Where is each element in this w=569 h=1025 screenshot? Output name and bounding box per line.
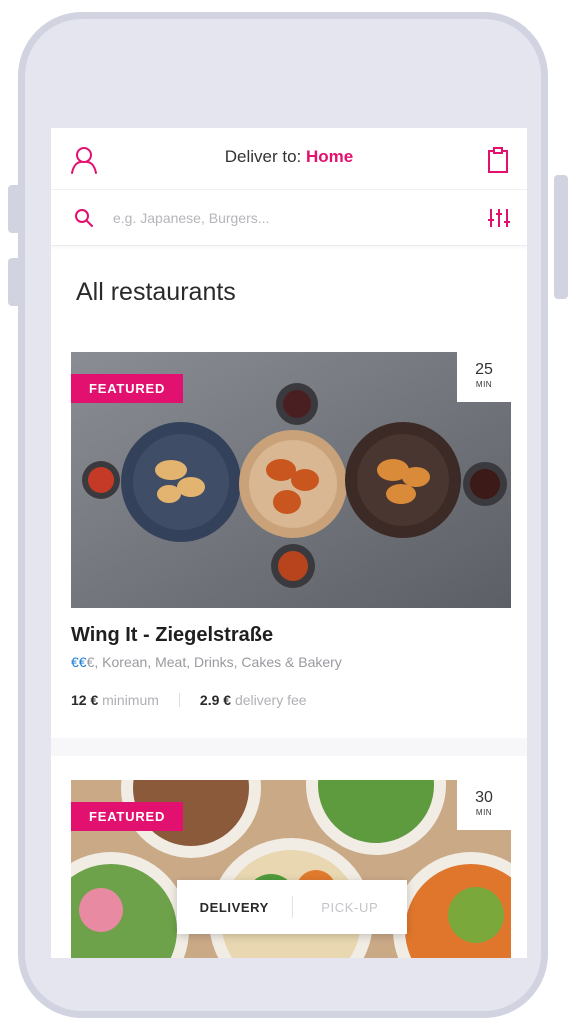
restaurant-tags: €€€, Korean, Meat, Drinks, Cakes & Baker…	[71, 654, 511, 670]
search-bar	[51, 190, 527, 246]
delivery-tab[interactable]: DELIVERY	[177, 900, 292, 915]
power-button	[554, 175, 568, 299]
restaurant-meta: 12 € minimum 2.9 € delivery fee	[71, 692, 511, 708]
delivery-mode-toggle: DELIVERY PICK-UP	[177, 880, 407, 934]
minimum-order: 12 € minimum	[71, 692, 159, 708]
price-level-active: €€	[71, 654, 87, 670]
meta-divider	[178, 693, 180, 707]
deliver-to-label: Deliver to:	[224, 147, 306, 166]
minimum-label: minimum	[98, 692, 159, 708]
basket-icon[interactable]	[485, 145, 511, 175]
delivery-time-unit: MIN	[475, 808, 493, 817]
card-separator	[51, 738, 527, 756]
section-title: All restaurants	[76, 278, 236, 306]
fee-value: 2.9 €	[199, 692, 232, 708]
delivery-location[interactable]: Home	[306, 147, 353, 166]
app-header: Deliver to: Home	[51, 128, 527, 190]
delivery-fee: 2.9 € delivery fee	[200, 692, 307, 708]
restaurant-name[interactable]: Wing It - Ziegelstraße	[71, 624, 511, 647]
restaurant-card[interactable]: FEATURED 25 MIN Wing It - Ziegelstraße €…	[71, 352, 511, 708]
delivery-time-badge: 25 MIN	[457, 352, 511, 402]
app-screen: Deliver to: Home e.g. Japanese, Burgers.…	[51, 128, 527, 958]
delivery-time-badge: 30 MIN	[457, 780, 511, 830]
pickup-tab[interactable]: PICK-UP	[293, 900, 408, 915]
search-icon	[73, 207, 95, 229]
search-input[interactable]	[113, 204, 443, 232]
filter-icon[interactable]	[487, 206, 511, 230]
delivery-time-unit: MIN	[475, 380, 493, 389]
restaurant-image[interactable]: FEATURED 25 MIN	[71, 352, 511, 608]
delivery-time-value: 30	[475, 789, 493, 806]
delivery-time-value: 25	[475, 361, 493, 378]
fee-label: delivery fee	[231, 692, 307, 708]
featured-badge: FEATURED	[71, 802, 184, 831]
delivery-location-title[interactable]: Deliver to: Home	[51, 147, 527, 167]
featured-badge: FEATURED	[71, 374, 184, 403]
minimum-value: 12 €	[71, 692, 99, 708]
cuisine-list: , Korean, Meat, Drinks, Cakes & Bakery	[94, 654, 342, 670]
